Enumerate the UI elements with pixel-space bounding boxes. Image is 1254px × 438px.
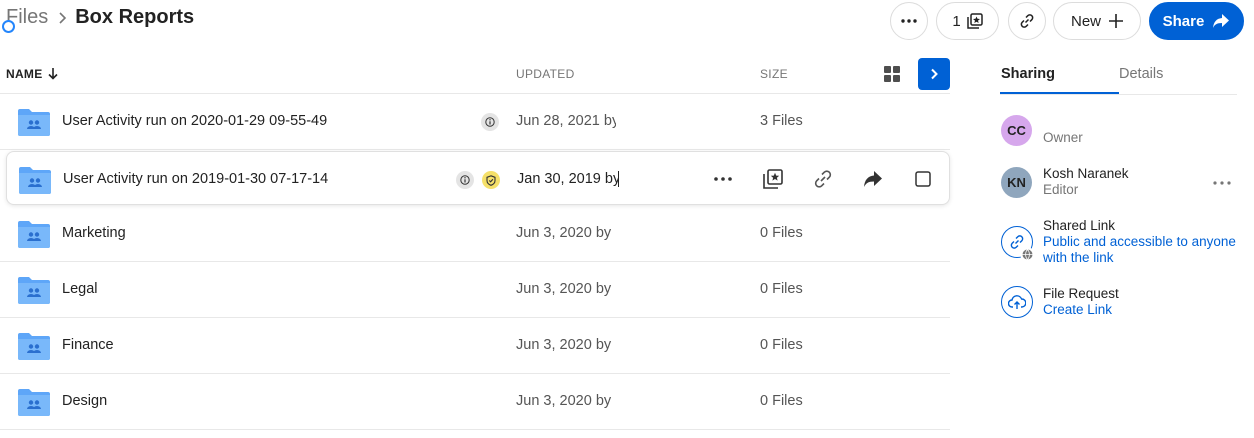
file-count: 0 Files — [760, 337, 803, 353]
owner-role: Owner — [1043, 130, 1083, 145]
share-button[interactable]: Share — [1149, 2, 1244, 40]
shared-link-title: Shared Link — [1043, 218, 1116, 233]
shared-folder-icon — [18, 109, 50, 136]
file-request-title: File Request — [1043, 286, 1119, 301]
grid-view-icon[interactable] — [884, 66, 900, 82]
updated-date: Jun 3, 2020 by — [516, 337, 612, 353]
folder-name[interactable]: Design — [62, 393, 107, 409]
info-icon[interactable] — [456, 171, 474, 189]
add-to-collection-icon[interactable] — [761, 167, 785, 191]
sidebar-panel: Sharing Details CC Owner KN Kosh Naranek… — [1000, 56, 1254, 438]
updated-date: Jan 30, 2019 by — [517, 171, 619, 187]
shared-link-description[interactable]: Public and accessible to anyone with the… — [1043, 234, 1243, 266]
collaborator-more-icon[interactable] — [1213, 172, 1231, 190]
collections-button[interactable]: 1 — [936, 2, 999, 40]
header: Files Box Reports 1 New Share — [0, 0, 1254, 44]
column-name-label: NAME — [6, 67, 43, 81]
info-icon[interactable] — [481, 113, 499, 131]
select-checkbox[interactable] — [911, 167, 935, 191]
shared-folder-icon — [19, 167, 51, 194]
shield-icon[interactable] — [482, 171, 500, 189]
collections-icon — [966, 13, 983, 29]
column-updated-label[interactable]: UPDATED — [516, 67, 575, 81]
shared-folder-icon — [18, 277, 50, 304]
collaborator-name: Kosh Naranek — [1043, 166, 1129, 181]
globe-icon — [1020, 247, 1034, 261]
sort-by-name[interactable]: NAME — [6, 67, 58, 81]
toggle-sidebar-button[interactable] — [918, 58, 950, 90]
create-link-action[interactable]: Create Link — [1043, 302, 1112, 318]
share-arrow-icon[interactable] — [861, 167, 885, 191]
tab-divider — [1000, 94, 1237, 95]
new-button[interactable]: New — [1053, 2, 1141, 40]
ellipsis-icon — [901, 19, 917, 23]
upload-cloud-icon[interactable] — [1001, 286, 1033, 318]
link-icon[interactable] — [811, 167, 835, 191]
file-count: 0 Files — [760, 225, 803, 241]
folder-name[interactable]: Marketing — [62, 225, 126, 241]
collaborator-role: Editor — [1043, 182, 1079, 197]
plus-icon — [1109, 14, 1123, 28]
updated-date: Jun 3, 2020 by — [516, 281, 612, 297]
updated-date: Jun 3, 2020 by — [516, 225, 612, 241]
table-row[interactable]: User Activity run on 2020-01-29 09-55-49… — [0, 94, 950, 150]
more-options-button[interactable] — [890, 2, 928, 40]
folder-name[interactable]: User Activity run on 2019-01-30 07-17-14 — [63, 171, 328, 187]
column-size-label[interactable]: SIZE — [760, 67, 788, 81]
share-button-label: Share — [1162, 12, 1205, 30]
breadcrumb: Files Box Reports — [6, 6, 194, 29]
collections-count: 1 — [952, 12, 961, 30]
tab-details[interactable]: Details — [1119, 66, 1163, 82]
file-count: 3 Files — [760, 113, 803, 129]
arrow-down-icon — [47, 68, 58, 80]
table-row[interactable]: Design Jun 3, 2020 by 0 Files — [0, 374, 950, 430]
owner-avatar: CC — [1001, 115, 1032, 146]
folder-name[interactable]: Legal — [62, 281, 97, 297]
more-options-icon[interactable] — [711, 167, 735, 191]
file-count: 0 Files — [760, 393, 803, 409]
folder-name[interactable]: User Activity run on 2020-01-29 09-55-49 — [62, 113, 327, 129]
cursor-indicator — [2, 20, 15, 33]
tab-sharing[interactable]: Sharing — [1001, 66, 1055, 82]
copy-link-button[interactable] — [1008, 2, 1046, 40]
table-row-hovered[interactable]: User Activity run on 2019-01-30 07-17-14… — [6, 151, 950, 205]
table-row[interactable]: Marketing Jun 3, 2020 by 0 Files — [0, 206, 950, 262]
shared-folder-icon — [18, 221, 50, 248]
new-button-label: New — [1070, 12, 1101, 30]
share-arrow-icon — [1213, 14, 1230, 28]
shared-folder-icon — [18, 333, 50, 360]
page-title: Box Reports — [75, 6, 195, 28]
shared-folder-icon — [18, 389, 50, 416]
updated-date: Jun 3, 2020 by — [516, 393, 612, 409]
table-row[interactable]: Finance Jun 3, 2020 by 0 Files — [0, 318, 950, 374]
collaborator-avatar: KN — [1001, 167, 1032, 198]
table-row[interactable]: Legal Jun 3, 2020 by 0 Files — [0, 262, 950, 318]
file-count: 0 Files — [760, 281, 803, 297]
folder-name[interactable]: Finance — [62, 337, 114, 353]
table-header: NAME UPDATED SIZE — [0, 56, 950, 94]
chevron-right-icon — [58, 11, 67, 25]
chevron-right-icon — [930, 68, 938, 80]
updated-date: Jun 28, 2021 by — [516, 113, 616, 129]
link-icon — [1020, 14, 1034, 28]
